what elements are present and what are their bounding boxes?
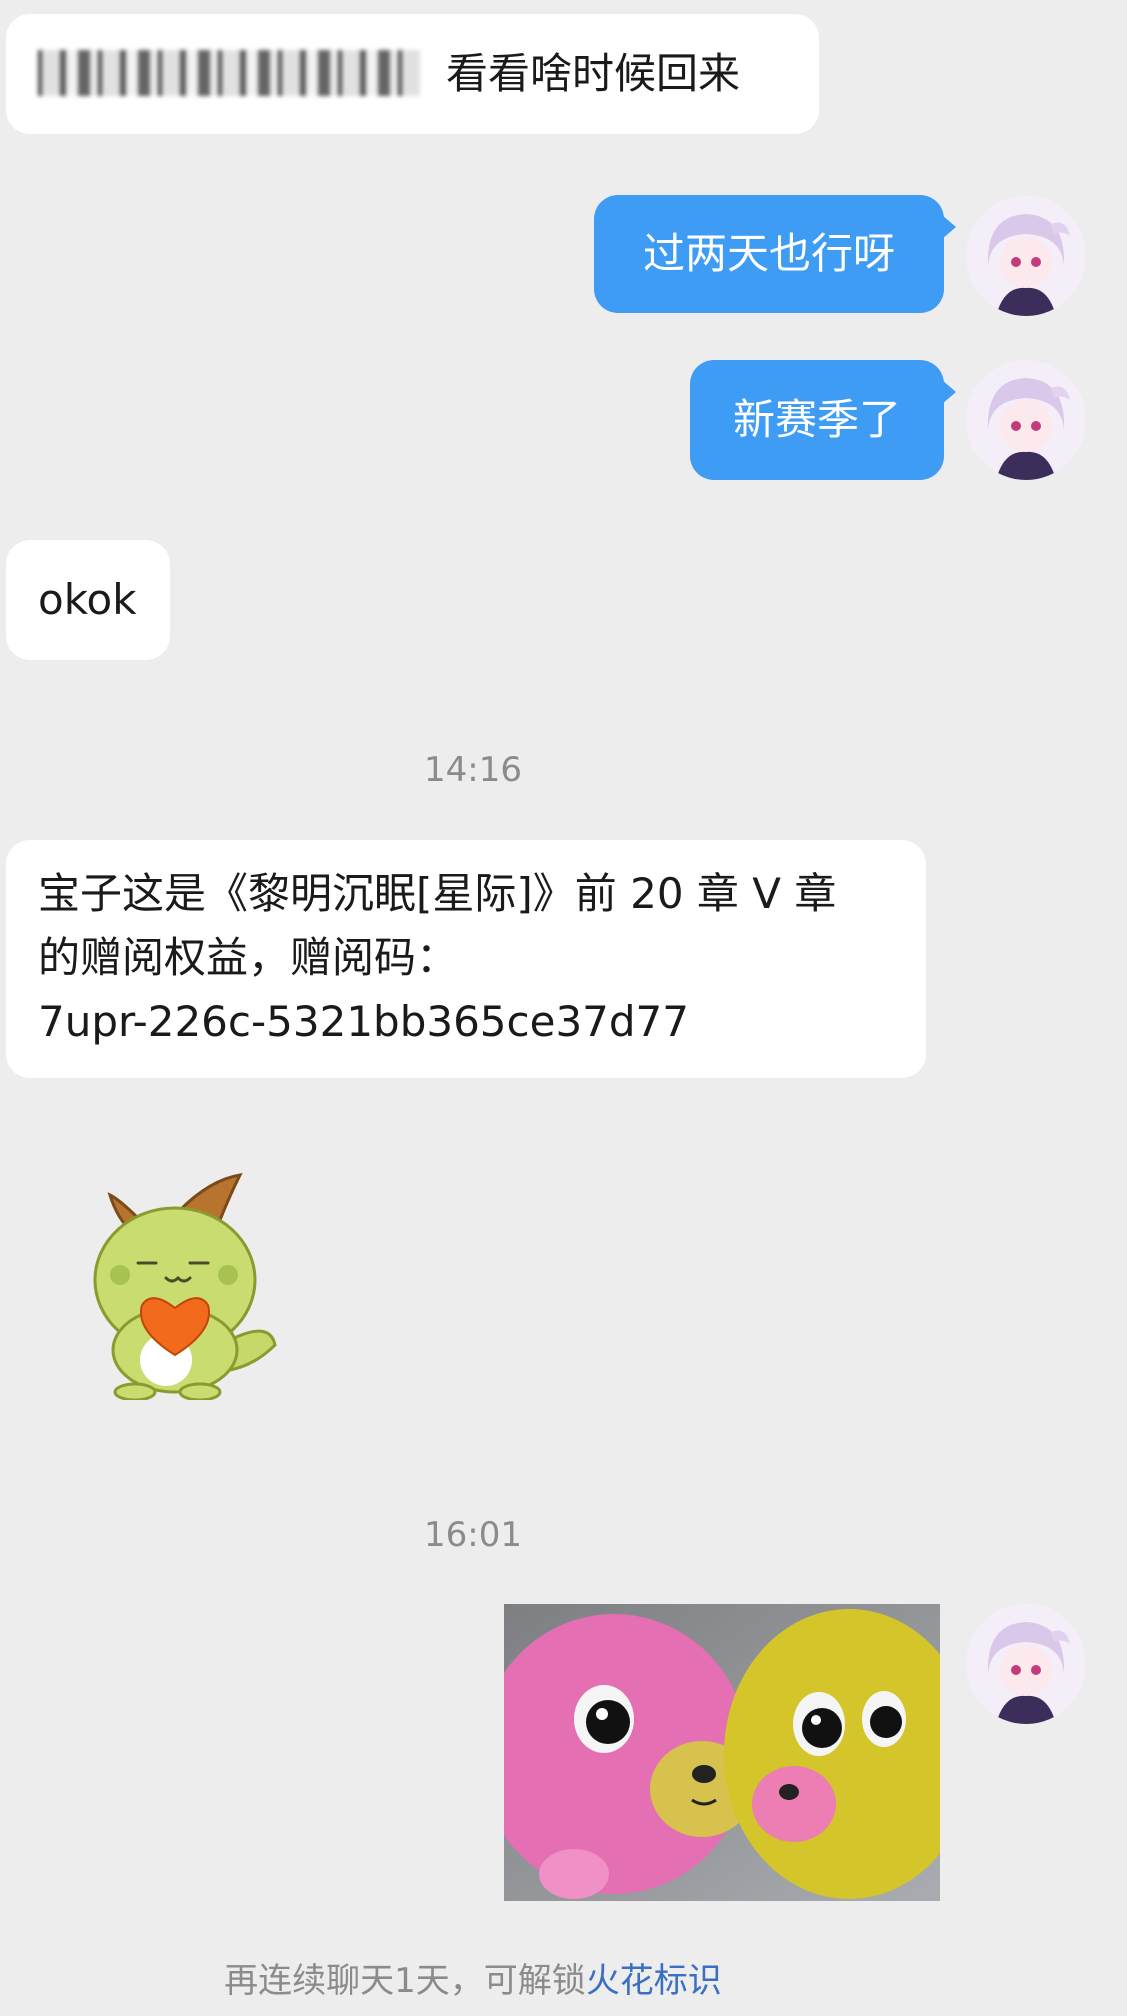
message-bubble-incoming[interactable]: okok <box>6 540 170 660</box>
spark-badge-link[interactable]: 火花标识 <box>586 1961 722 2001</box>
streak-hint-text: 再连续聊天1天，可解锁 <box>224 1961 586 2001</box>
message-bubble-outgoing[interactable]: 过两天也行呀 <box>594 195 956 313</box>
avatar[interactable] <box>966 196 1086 316</box>
message-text: okok <box>38 575 137 624</box>
message-text-line: 的赠阅权益，赠阅码： <box>38 933 459 982</box>
streak-hint: 再连续聊天1天，可解锁火花标识 <box>0 1953 946 2002</box>
timestamp: 14:16 <box>424 750 522 790</box>
message-text-line: 宝子这是《黎明沉眠[星际]》前 20 章 V 章 <box>38 869 837 918</box>
message-text: 过两天也行呀 <box>642 229 895 278</box>
dragon-sticker[interactable] <box>80 1170 280 1402</box>
avatar[interactable] <box>966 360 1086 480</box>
message-bubble-incoming[interactable]: 宝子这是《黎明沉眠[星际]》前 20 章 V 章 的赠阅权益，赠阅码： 7upr… <box>6 840 926 1078</box>
gift-code: 7upr-226c-5321bb365ce37d77 <box>38 997 689 1046</box>
timestamp: 16:01 <box>424 1515 522 1555</box>
avatar[interactable] <box>966 1604 1086 1724</box>
image-message[interactable] <box>504 1604 940 1901</box>
message-bubble-outgoing[interactable]: 新赛季了 <box>690 360 956 480</box>
message-bubble-incoming[interactable]: 看看啥时候回来 <box>6 14 819 134</box>
message-text: 新赛季了 <box>732 395 901 444</box>
message-text: 看看啥时候回来 <box>446 49 741 98</box>
blurred-sender-name <box>38 50 420 96</box>
